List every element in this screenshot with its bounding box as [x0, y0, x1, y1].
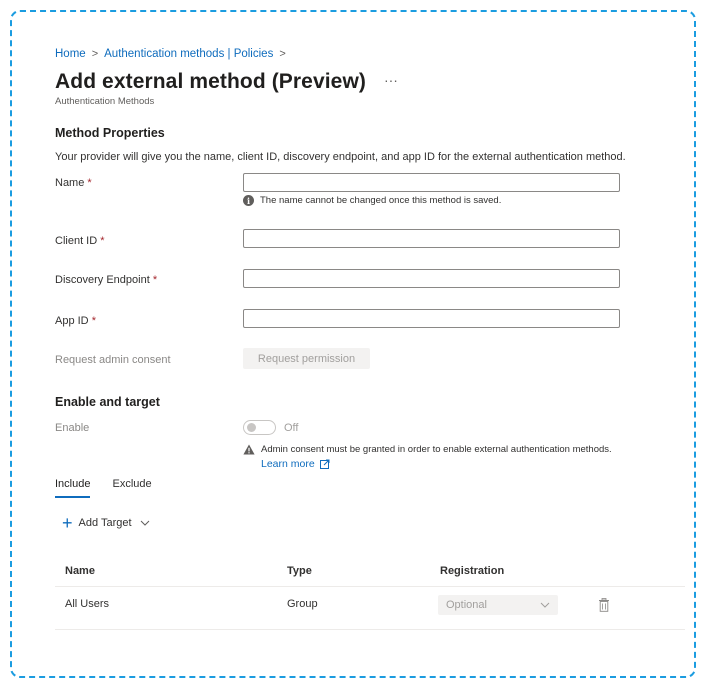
registration-select-value: Optional [446, 599, 487, 611]
client-id-input[interactable] [243, 229, 620, 248]
external-link-icon [319, 459, 330, 469]
chevron-down-icon [540, 602, 550, 608]
warning-icon [243, 444, 255, 455]
column-header-registration: Registration [440, 565, 505, 577]
required-marker: * [87, 177, 92, 189]
warning-text-block: Admin consent must be granted in order t… [261, 443, 612, 472]
add-target-label: Add Target [78, 517, 132, 529]
name-input[interactable] [243, 173, 620, 192]
cell-name: All Users [65, 598, 110, 610]
toggle-state-label: Off [284, 421, 299, 434]
trash-icon[interactable] [598, 598, 610, 612]
registration-select[interactable]: Optional [438, 595, 558, 615]
required-marker: * [91, 315, 96, 327]
page-subtitle: Authentication Methods [55, 96, 155, 107]
plus-icon: + [62, 513, 73, 533]
client-id-label-text: Client ID [55, 235, 98, 247]
discovery-endpoint-input[interactable] [243, 269, 620, 288]
header-divider [55, 586, 685, 587]
warning-text: Admin consent must be granted in order t… [261, 444, 612, 455]
app-id-input[interactable] [243, 309, 620, 328]
breadcrumb-separator: > [279, 48, 286, 60]
title-row: Add external method (Preview) ··· [55, 70, 398, 94]
more-options-button[interactable]: ··· [384, 72, 398, 88]
breadcrumb: Home > Authentication methods | Policies… [55, 48, 286, 60]
name-info-text: The name cannot be changed once this met… [260, 195, 502, 206]
app-id-label: App ID * [55, 315, 96, 327]
required-marker: * [100, 235, 105, 247]
page-title: Add external method (Preview) [55, 70, 366, 93]
breadcrumb-auth-methods-policies[interactable]: Authentication methods | Policies [104, 48, 273, 60]
enable-and-target-heading: Enable and target [55, 395, 160, 409]
enable-toggle[interactable] [243, 420, 276, 435]
enable-label: Enable [55, 422, 90, 434]
toggle-knob [247, 423, 256, 432]
request-admin-consent-label: Request admin consent [55, 354, 171, 366]
app-id-label-text: App ID [55, 315, 89, 327]
breadcrumb-home[interactable]: Home [55, 48, 86, 60]
discovery-endpoint-label-text: Discovery Endpoint [55, 274, 150, 286]
required-marker: * [152, 274, 158, 286]
request-permission-button[interactable]: Request permission [243, 348, 370, 369]
chevron-down-icon [140, 520, 149, 526]
add-target-button[interactable]: + Add Target [62, 513, 150, 533]
info-icon: i [243, 195, 254, 206]
name-label-text: Name [55, 177, 85, 189]
name-label: Name * [55, 177, 92, 189]
method-properties-description: Your provider will give you the name, cl… [55, 151, 626, 163]
column-header-type: Type [287, 565, 312, 577]
client-id-label: Client ID * [55, 235, 105, 247]
learn-more-text: Learn more [261, 458, 315, 470]
tab-exclude[interactable]: Exclude [112, 478, 151, 498]
learn-more-link[interactable]: Learn more [261, 457, 330, 471]
method-properties-heading: Method Properties [55, 126, 165, 140]
add-external-method-page: Home > Authentication methods | Policies… [0, 0, 706, 694]
cell-type: Group [287, 598, 318, 610]
enable-toggle-group: Off [243, 420, 298, 435]
breadcrumb-separator: > [91, 48, 99, 60]
include-exclude-tabs: Include Exclude [55, 478, 152, 498]
row-divider [55, 629, 685, 630]
discovery-endpoint-label: Discovery Endpoint * [55, 274, 157, 286]
tab-include[interactable]: Include [55, 478, 91, 498]
admin-consent-warning: Admin consent must be granted in order t… [243, 443, 612, 472]
column-header-name: Name [65, 565, 95, 577]
name-info-message: i The name cannot be changed once this m… [243, 195, 501, 206]
